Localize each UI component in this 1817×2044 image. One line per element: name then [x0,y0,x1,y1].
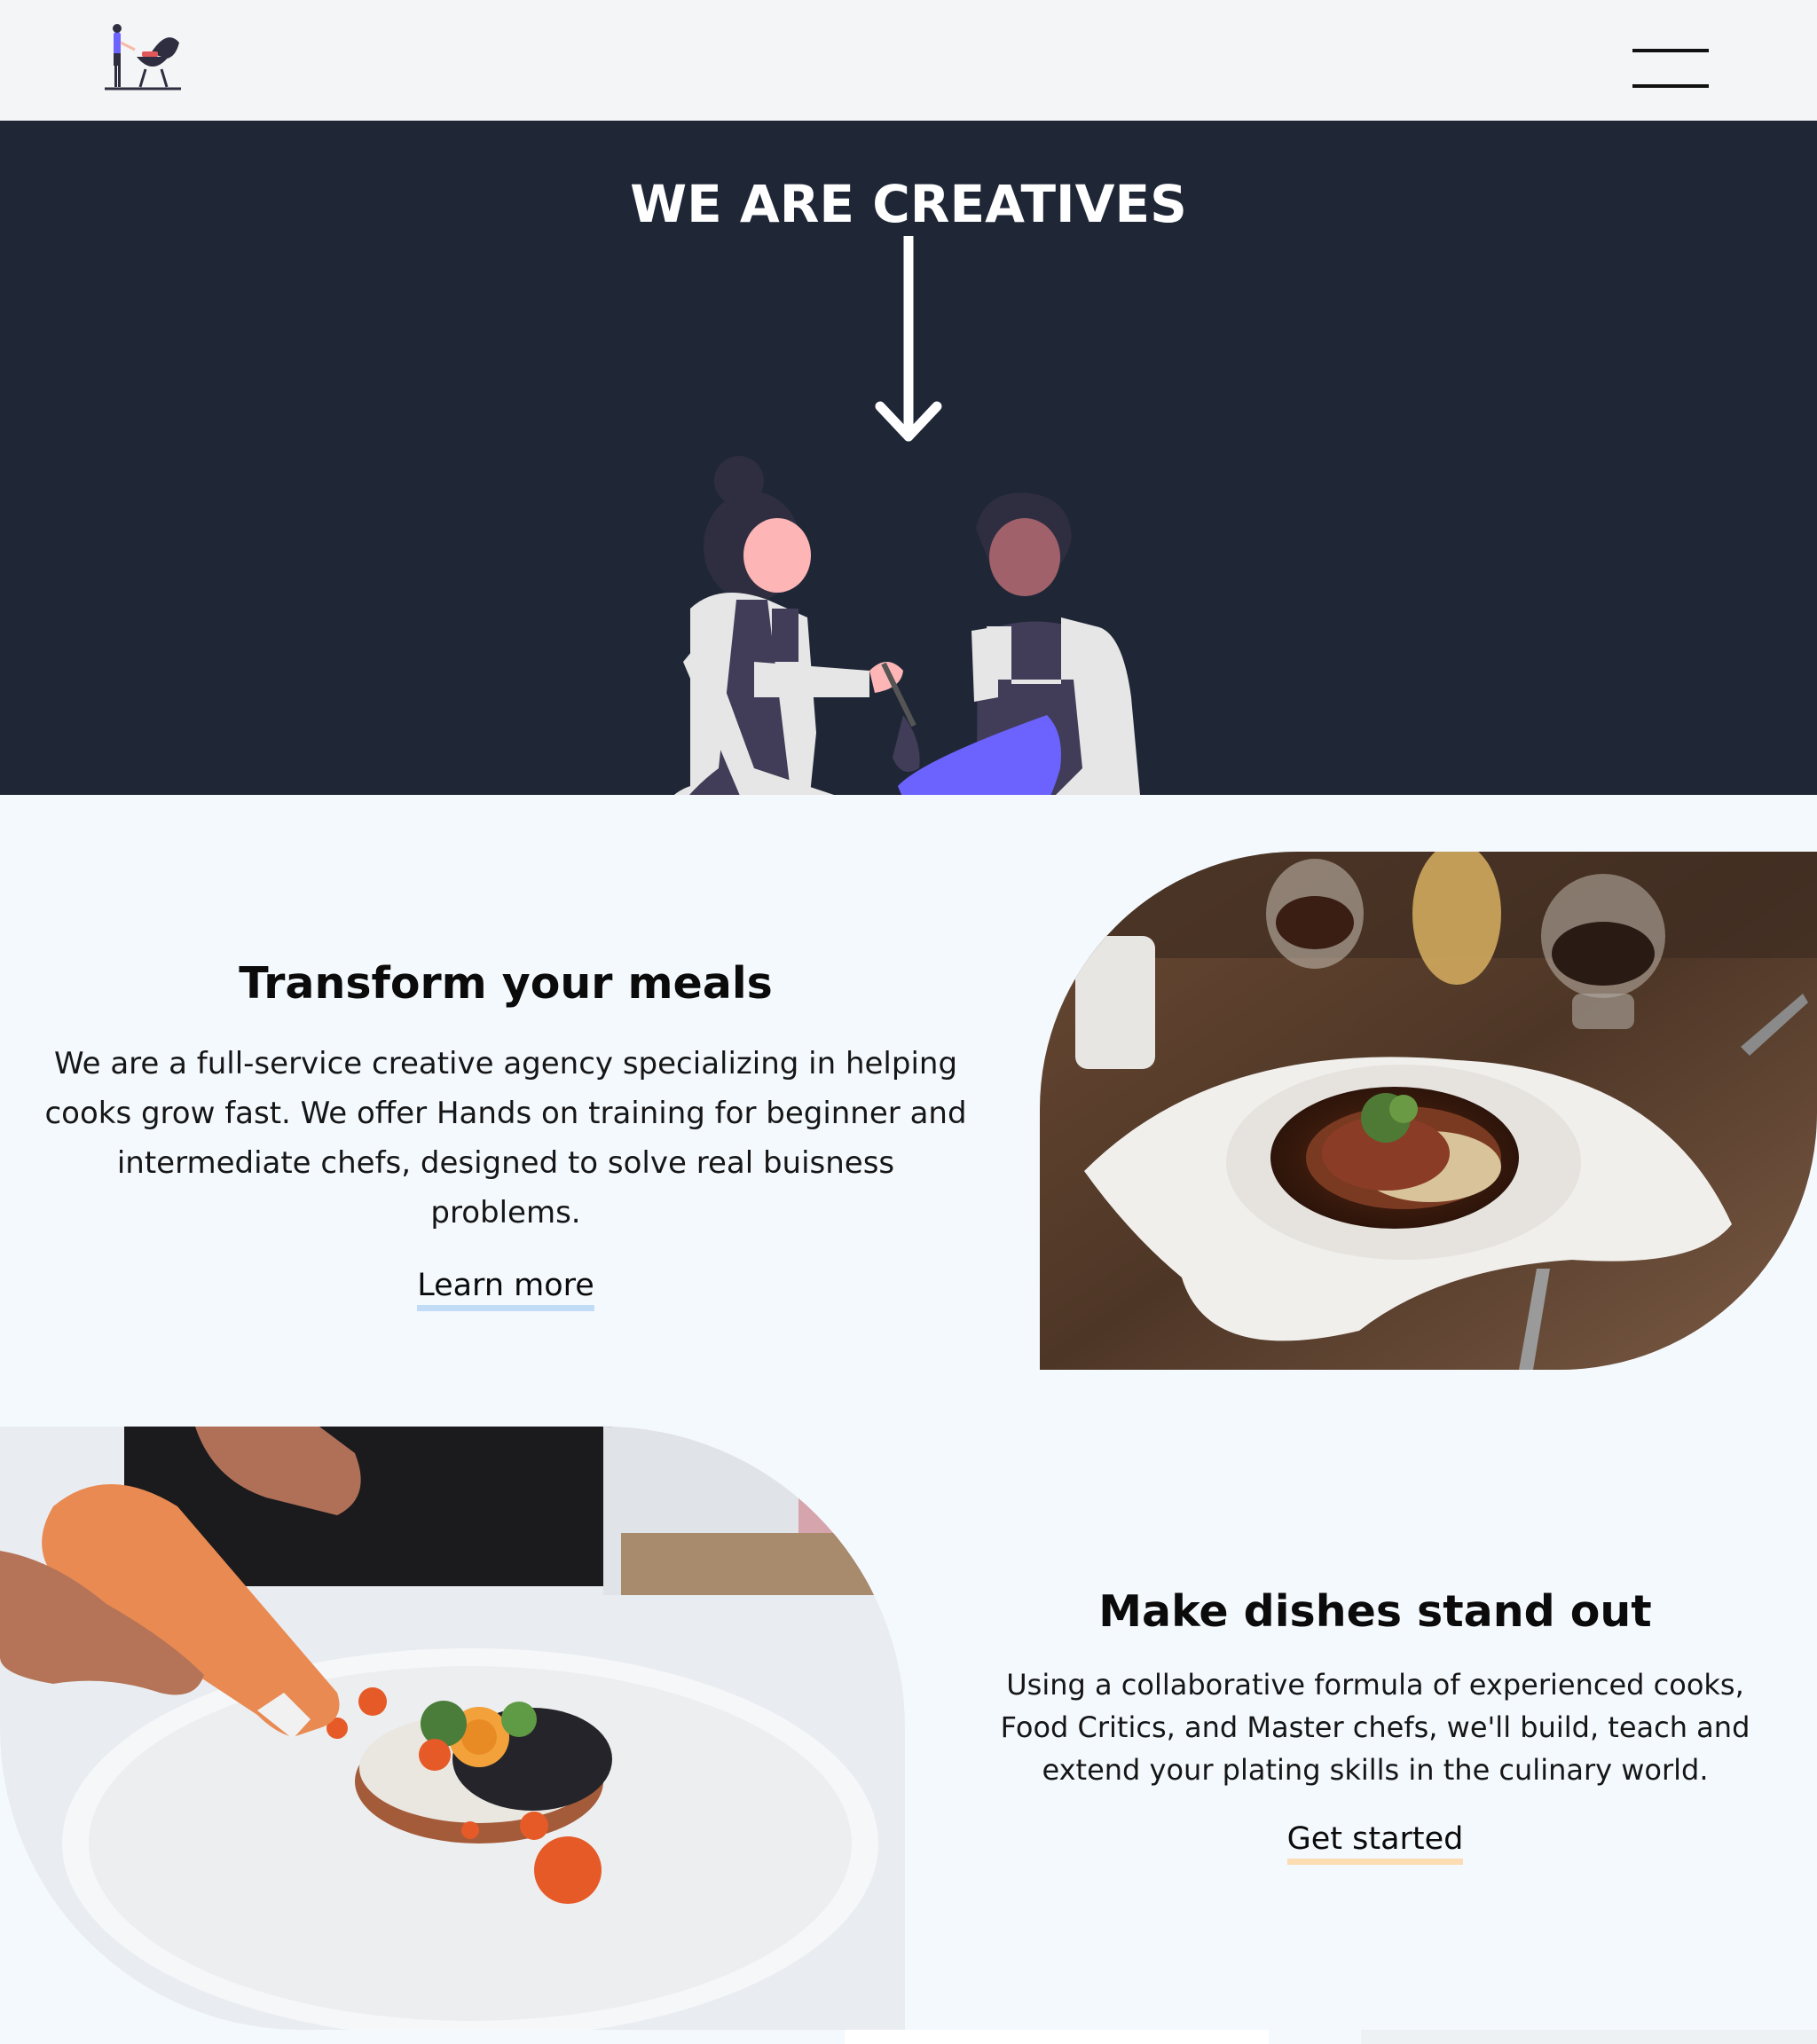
transform-meals-block: Transform your meals We are a full-servi… [27,958,985,1311]
hero-title: WE ARE CREATIVES [630,174,1187,234]
section-title: Transform your meals [239,958,773,1009]
grill-cook-logo[interactable] [105,23,181,96]
arrow-down-icon [875,236,942,442]
get-started-link[interactable]: Get started [1286,1821,1464,1865]
page: WE ARE CREATIVES Transform your meals We… [0,0,1817,2044]
two-chefs-mixing-bowl-illustration [673,236,1140,795]
next-card-peek [1361,2030,1817,2044]
plated-duck-dish-photo [1040,852,1817,1370]
section-title: Make dishes stand out [1098,1586,1652,1637]
menu-line-bottom [1632,84,1709,88]
section-body: We are a full-service creative agency sp… [44,1046,967,1230]
dishes-stand-out-block: Make dishes stand out Using a collaborat… [985,1586,1766,1865]
next-card-peek [845,2030,1269,2044]
hero-section: WE ARE CREATIVES [0,121,1817,795]
chef-plating-sauce-photo [0,1427,905,2030]
section-body: Using a collaborative formula of experie… [1000,1668,1750,1787]
top-navbar [0,0,1817,121]
menu-line-top [1632,49,1709,52]
learn-more-link[interactable]: Learn more [417,1268,594,1311]
hamburger-menu-icon[interactable] [1632,46,1709,90]
